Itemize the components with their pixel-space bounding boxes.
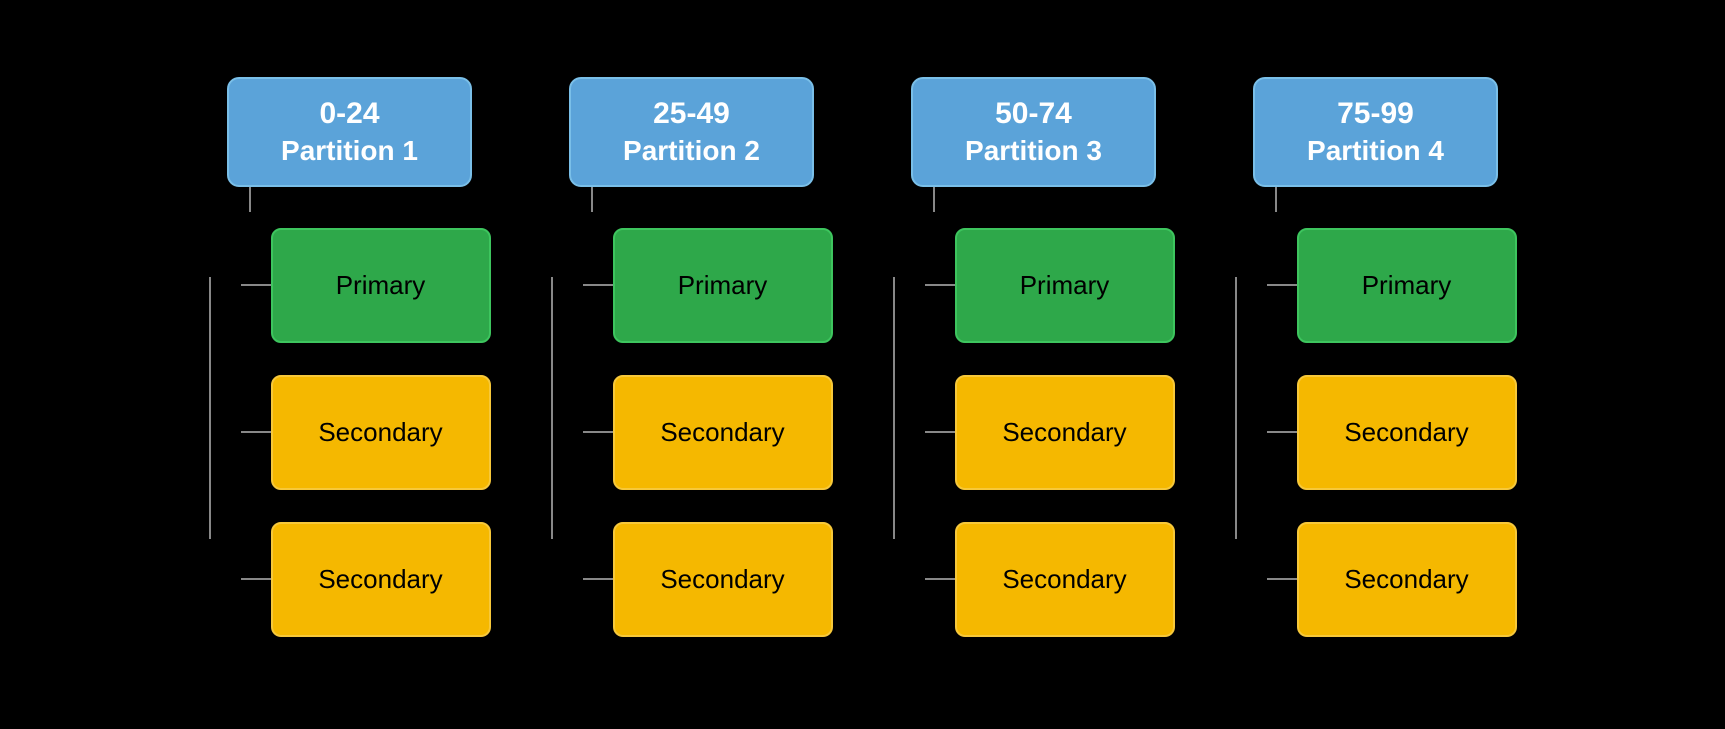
node-label-1-3: Secondary [318, 564, 442, 595]
node-label-2-3: Secondary [660, 564, 784, 595]
v-line-wrap-3 [893, 212, 925, 605]
node-entry-1-3: Secondary [241, 514, 491, 645]
top-connector-2 [591, 187, 593, 212]
h-line-1-3 [241, 578, 271, 580]
partition-label-1: Partition 1 [281, 133, 418, 169]
nodes-col-3: Primary Secondary Secondary [925, 212, 1175, 653]
v-line-3 [893, 277, 895, 539]
node-label-1-2: Secondary [318, 417, 442, 448]
node-primary-3-1: Primary [955, 228, 1175, 343]
partition-range-1: 0-24 [319, 94, 379, 133]
h-line-4-2 [1267, 431, 1297, 433]
node-label-4-2: Secondary [1344, 417, 1468, 448]
partition-header-1: 0-24Partition 1 [227, 77, 472, 187]
subtree-2: Primary Secondary Secondary [551, 212, 833, 653]
h-line-1-2 [241, 431, 271, 433]
nodes-col-4: Primary Secondary Secondary [1267, 212, 1517, 653]
partition-group-1: 0-24Partition 1 Primary Secondary Secondary [209, 77, 491, 653]
node-label-2-1: Primary [678, 270, 768, 301]
node-label-2-2: Secondary [660, 417, 784, 448]
partition-header-2: 25-49Partition 2 [569, 77, 814, 187]
node-primary-2-1: Primary [613, 228, 833, 343]
node-secondary-2-3: Secondary [613, 522, 833, 637]
node-primary-4-1: Primary [1297, 228, 1517, 343]
node-entry-3-1: Primary [925, 220, 1175, 351]
partition-header-4: 75-99Partition 4 [1253, 77, 1498, 187]
v-line-1 [209, 277, 211, 539]
top-connector-3 [933, 187, 935, 212]
partition-group-3: 50-74Partition 3 Primary Secondary Secondar… [893, 77, 1175, 653]
v-line-wrap-2 [551, 212, 583, 605]
node-entry-2-3: Secondary [583, 514, 833, 645]
h-line-2-2 [583, 431, 613, 433]
h-line-3-2 [925, 431, 955, 433]
node-entry-3-3: Secondary [925, 514, 1175, 645]
h-line-2-3 [583, 578, 613, 580]
subtree-3: Primary Secondary Secondary [893, 212, 1175, 653]
top-connector-4 [1275, 187, 1277, 212]
node-primary-1-1: Primary [271, 228, 491, 343]
node-secondary-1-3: Secondary [271, 522, 491, 637]
node-label-3-1: Primary [1020, 270, 1110, 301]
subtree-4: Primary Secondary Secondary [1235, 212, 1517, 653]
node-secondary-4-3: Secondary [1297, 522, 1517, 637]
partition-label-4: Partition 4 [1307, 133, 1444, 169]
partition-range-3: 50-74 [995, 94, 1072, 133]
h-line-4-3 [1267, 578, 1297, 580]
partition-group-2: 25-49Partition 2 Primary Secondary Secondar… [551, 77, 833, 653]
v-line-4 [1235, 277, 1237, 539]
partition-range-2: 25-49 [653, 94, 730, 133]
diagram: 0-24Partition 1 Primary Secondary Secondary… [179, 57, 1547, 673]
node-entry-1-2: Secondary [241, 367, 491, 498]
partition-range-4: 75-99 [1337, 94, 1414, 133]
node-secondary-3-2: Secondary [955, 375, 1175, 490]
node-entry-2-2: Secondary [583, 367, 833, 498]
subtree-1: Primary Secondary Secondary [209, 212, 491, 653]
partition-label-2: Partition 2 [623, 133, 760, 169]
partition-group-4: 75-99Partition 4 Primary Secondary Secondar… [1235, 77, 1517, 653]
v-line-wrap-4 [1235, 212, 1267, 605]
node-secondary-4-2: Secondary [1297, 375, 1517, 490]
h-line-1-1 [241, 284, 271, 286]
partition-header-3: 50-74Partition 3 [911, 77, 1156, 187]
h-line-2-1 [583, 284, 613, 286]
h-line-3-3 [925, 578, 955, 580]
node-label-3-3: Secondary [1002, 564, 1126, 595]
top-connector-1 [249, 187, 251, 212]
node-label-1-1: Primary [336, 270, 426, 301]
node-label-3-2: Secondary [1002, 417, 1126, 448]
node-entry-2-1: Primary [583, 220, 833, 351]
node-label-4-3: Secondary [1344, 564, 1468, 595]
node-label-4-1: Primary [1362, 270, 1452, 301]
v-line-wrap-1 [209, 212, 241, 605]
node-entry-4-2: Secondary [1267, 367, 1517, 498]
node-secondary-1-2: Secondary [271, 375, 491, 490]
h-line-3-1 [925, 284, 955, 286]
h-line-4-1 [1267, 284, 1297, 286]
node-entry-4-1: Primary [1267, 220, 1517, 351]
partition-label-3: Partition 3 [965, 133, 1102, 169]
v-line-2 [551, 277, 553, 539]
node-entry-4-3: Secondary [1267, 514, 1517, 645]
nodes-col-2: Primary Secondary Secondary [583, 212, 833, 653]
node-entry-3-2: Secondary [925, 367, 1175, 498]
node-entry-1-1: Primary [241, 220, 491, 351]
node-secondary-2-2: Secondary [613, 375, 833, 490]
node-secondary-3-3: Secondary [955, 522, 1175, 637]
nodes-col-1: Primary Secondary Secondary [241, 212, 491, 653]
